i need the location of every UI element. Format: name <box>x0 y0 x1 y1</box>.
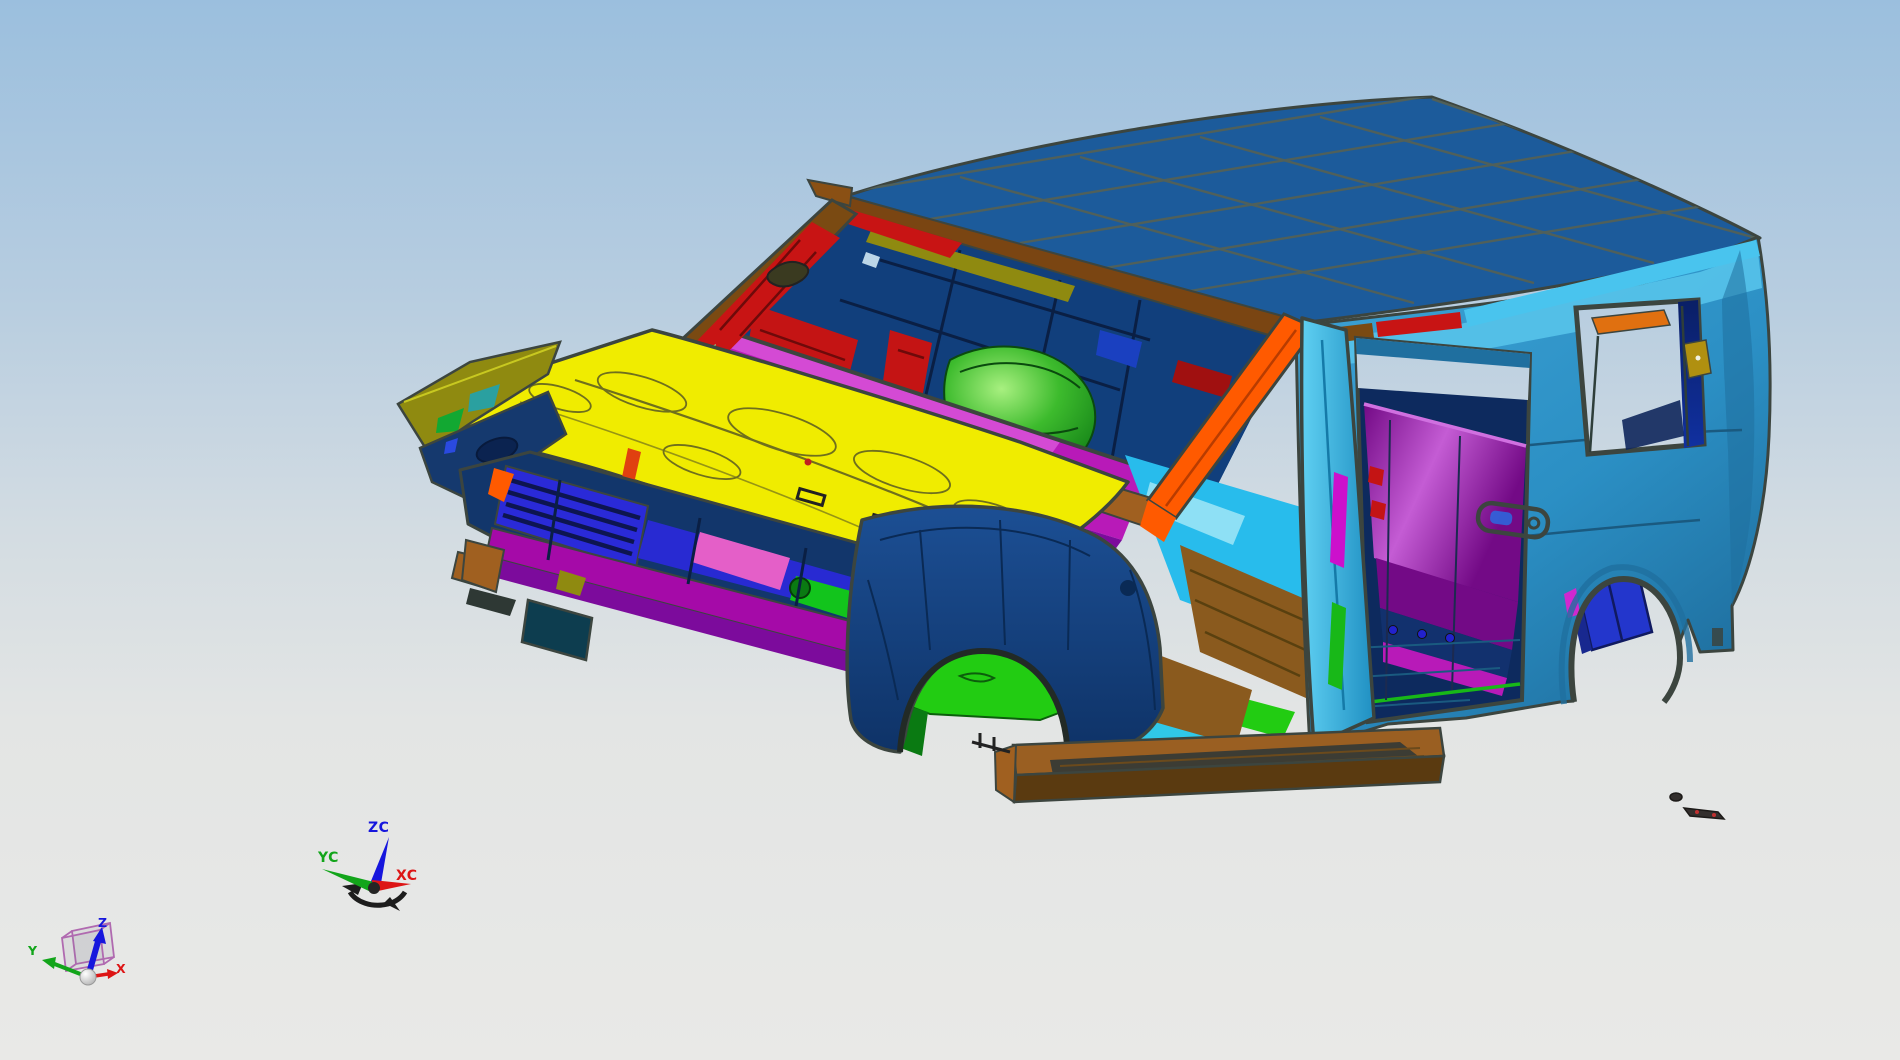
datum-origin-sphere[interactable] <box>79 968 97 986</box>
datum-z-label: Z <box>98 915 107 930</box>
datum-x-label: X <box>116 961 126 976</box>
datum-y-label: Y <box>27 943 38 958</box>
wcs-origin-knob[interactable] <box>368 882 380 894</box>
quarter-bracket-notch <box>1712 628 1723 646</box>
loose-nub[interactable] <box>1669 792 1683 802</box>
rear-door-opening <box>1353 335 1533 725</box>
rocker-bolt-1 <box>1388 625 1398 635</box>
bracket-red-dot-1 <box>1695 810 1699 814</box>
rocker-bolt-2 <box>1417 629 1427 639</box>
cad-viewport: ZC YC XC Z Y X <box>0 0 1900 1060</box>
rocker-bolt-3 <box>1445 633 1455 643</box>
plate-hole <box>1695 355 1701 361</box>
bracket-red-dot-2 <box>1712 813 1716 817</box>
wcs-x-label: XC <box>396 868 418 884</box>
quarter-window <box>1573 297 1712 457</box>
hood-latch-dot <box>804 458 812 466</box>
wcs-y-label: YC <box>317 850 339 866</box>
fender-hole <box>1120 580 1136 596</box>
wcs-z-label: ZC <box>368 820 389 836</box>
